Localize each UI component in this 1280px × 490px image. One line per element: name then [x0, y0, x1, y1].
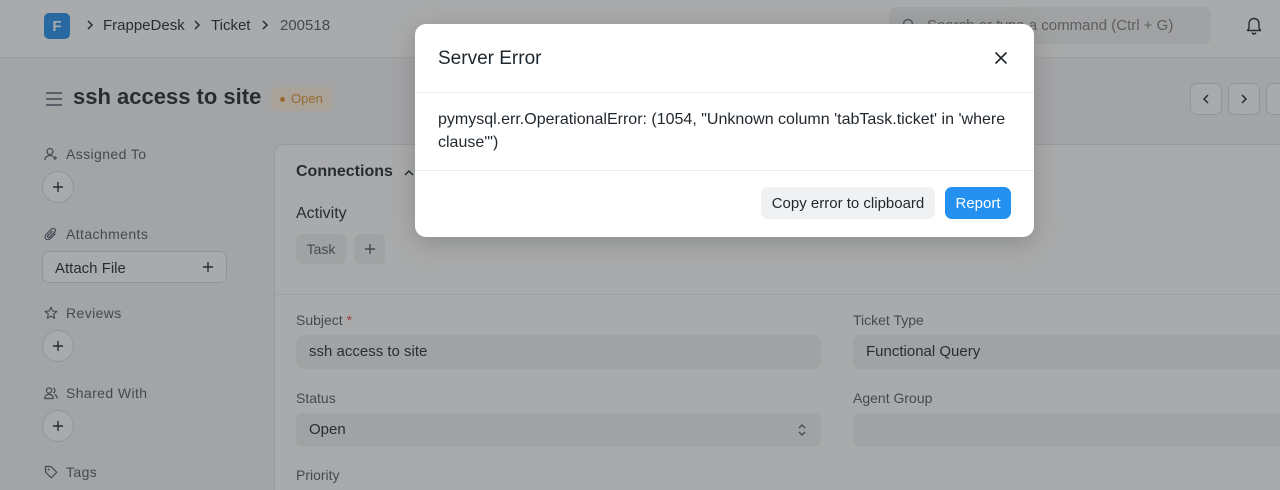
report-button[interactable]: Report [945, 187, 1011, 219]
copy-error-button[interactable]: Copy error to clipboard [761, 187, 935, 219]
dialog-header-divider [415, 92, 1034, 93]
dialog-title: Server Error [438, 48, 542, 69]
dialog-footer-divider [415, 170, 1034, 171]
server-error-dialog: Server Error pymysql.err.OperationalErro… [415, 24, 1034, 237]
error-message: pymysql.err.OperationalError: (1054, "Un… [438, 111, 1006, 151]
close-button[interactable] [990, 47, 1012, 69]
close-icon [994, 51, 1008, 65]
